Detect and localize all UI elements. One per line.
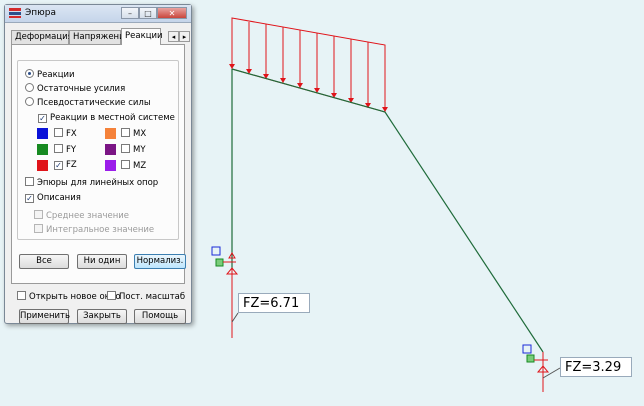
fy-color-swatch[interactable]	[37, 144, 48, 155]
beam	[231, 68, 386, 113]
tab-reactions[interactable]: Реакции	[121, 28, 163, 45]
mx-color-swatch[interactable]	[105, 128, 116, 139]
mz-component[interactable]: MZ	[121, 160, 146, 172]
close-button[interactable]: Закрыть	[77, 309, 127, 324]
checkbox-local-system-box[interactable]: ✓	[38, 114, 47, 123]
load-outline	[231, 17, 386, 113]
reaction-label-left: FZ=6.71	[238, 293, 310, 313]
checkbox-local-system[interactable]: ✓ Реакции в местной системе	[38, 113, 175, 125]
select-all-button[interactable]: Все	[19, 254, 69, 269]
fx-color-swatch[interactable]	[37, 128, 48, 139]
checkbox-linear-supports[interactable]: Эпюры для линейных опор	[25, 177, 158, 189]
app-icon	[9, 8, 21, 18]
fz-color-swatch[interactable]	[37, 160, 48, 171]
load-arrowheads	[229, 64, 388, 112]
radio-pseudostatic-icon[interactable]	[25, 97, 34, 106]
tab-scroll-right-icon[interactable]: ▸	[179, 31, 190, 42]
close-window-button[interactable]: ✕	[157, 7, 187, 19]
radio-pseudostatic-forces[interactable]: Псевдостатические силы	[25, 97, 151, 109]
tab-stress[interactable]: Напряжение	[69, 30, 130, 44]
minimize-button[interactable]: –	[121, 7, 139, 19]
fx-component[interactable]: FX	[54, 128, 77, 140]
my-component[interactable]: MY	[121, 144, 146, 156]
diagram-dialog[interactable]: Эпюра – □ ✕ Деформация Напряжение Реакци…	[4, 4, 192, 324]
distributed-load	[231, 17, 386, 113]
help-button[interactable]: Помощь	[134, 309, 186, 324]
checkbox-mean-value[interactable]: Среднее значение	[34, 210, 129, 222]
checkbox-integral-value[interactable]: Интегральное значение	[34, 224, 154, 236]
support-right-icon	[522, 344, 561, 392]
mx-component[interactable]: MX	[121, 128, 146, 140]
tab-deformation[interactable]: Деформация	[11, 30, 73, 44]
checkbox-fixed-scale[interactable]: Пост. масштаб	[107, 291, 185, 303]
checkbox-descriptions[interactable]: ✓ Описания	[25, 193, 81, 205]
inclined-member	[384, 111, 544, 353]
reaction-label-right: FZ=3.29	[560, 357, 632, 377]
support-left-icon	[211, 246, 239, 338]
radio-reactions[interactable]: Реакции	[25, 69, 75, 81]
radio-residual-forces[interactable]: Остаточные усилия	[25, 83, 125, 95]
apply-button[interactable]: Применить	[19, 309, 70, 324]
radio-reactions-icon[interactable]	[25, 69, 34, 78]
fy-component[interactable]: FY	[54, 144, 76, 156]
radio-residual-icon[interactable]	[25, 83, 34, 92]
tab-scroll-left-icon[interactable]: ◂	[168, 31, 179, 42]
fz-component[interactable]: ✓ FZ	[54, 160, 77, 171]
normalize-button[interactable]: Нормализ.	[134, 254, 186, 269]
window-title: Эпюра	[25, 8, 56, 18]
mz-color-swatch[interactable]	[105, 160, 116, 171]
title-bar[interactable]: Эпюра – □ ✕	[5, 5, 191, 23]
my-color-swatch[interactable]	[105, 144, 116, 155]
select-none-button[interactable]: Ни один	[77, 254, 127, 269]
checkbox-new-window[interactable]: Открыть новое окно	[17, 291, 121, 303]
maximize-button[interactable]: □	[139, 7, 157, 19]
